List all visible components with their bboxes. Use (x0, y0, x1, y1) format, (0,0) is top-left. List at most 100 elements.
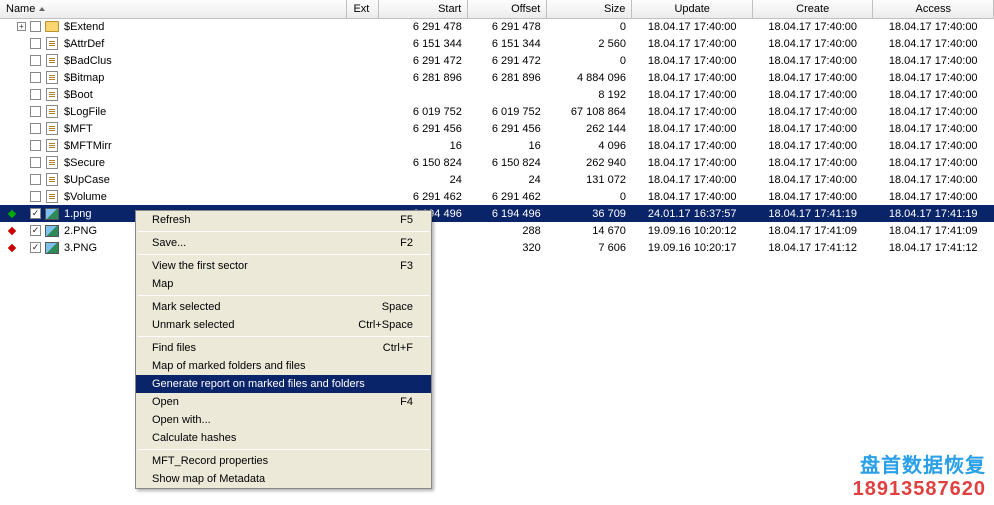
menu-item[interactable]: Generate report on marked files and fold… (136, 375, 431, 393)
menu-item-label: Generate report on marked files and fold… (152, 378, 365, 390)
menu-item[interactable]: Save...F2 (136, 234, 431, 252)
cell-offset: 16 (468, 137, 547, 154)
cell-size: 131 072 (547, 171, 632, 188)
context-menu[interactable]: RefreshF5 Save...F2 View the first sectorF… (135, 210, 432, 489)
menu-item[interactable]: Open F4 (136, 393, 431, 411)
cell-ext (347, 154, 379, 171)
cell-size: 4 884 096 (547, 69, 632, 86)
menu-item-shortcut: Ctrl+Space (358, 319, 413, 331)
row-checkbox[interactable] (30, 38, 41, 49)
cell-create: 18.04.17 17:40:00 (752, 18, 873, 35)
cell-create: 18.04.17 17:40:00 (752, 52, 873, 69)
cell-size: 262 940 (547, 154, 632, 171)
table-row[interactable]: $UpCase2424131 07218.04.17 17:40:0018.04… (0, 171, 994, 188)
menu-item[interactable]: View the first sectorF3 (136, 257, 431, 275)
menu-item[interactable]: Mark selectedSpace (136, 298, 431, 316)
row-checkbox[interactable] (30, 157, 41, 168)
menu-item[interactable]: Open with... (136, 411, 431, 429)
cell-create: 18.04.17 17:40:00 (752, 86, 873, 103)
file-name: $MFTMirr (64, 140, 112, 152)
menu-separator (138, 231, 429, 232)
table-row[interactable]: $MFTMirr16164 09618.04.17 17:40:0018.04.… (0, 137, 994, 154)
row-checkbox[interactable] (30, 242, 41, 253)
menu-item[interactable]: Find filesCtrl+F (136, 339, 431, 357)
file-icon (45, 156, 59, 170)
col-offset[interactable]: Offset (468, 0, 547, 18)
row-checkbox[interactable] (30, 55, 41, 66)
cell-start: 16 (379, 137, 468, 154)
row-checkbox[interactable] (30, 89, 41, 100)
table-row[interactable]: $Boot8 19218.04.17 17:40:0018.04.17 17:4… (0, 86, 994, 103)
cell-size: 14 670 (547, 222, 632, 239)
row-checkbox[interactable] (30, 72, 41, 83)
file-icon (45, 173, 59, 187)
row-checkbox[interactable] (30, 106, 41, 117)
col-name[interactable]: Name (0, 0, 347, 18)
col-update[interactable]: Update (632, 0, 753, 18)
cell-update: 18.04.17 17:40:00 (632, 35, 753, 52)
file-name: $MFT (64, 123, 93, 135)
file-name: $Extend (64, 21, 104, 33)
table-row[interactable]: $MFT6 291 4566 291 456262 14418.04.17 17… (0, 120, 994, 137)
table-row[interactable]: $Bitmap6 281 8966 281 8964 884 09618.04.… (0, 69, 994, 86)
file-name: 2.PNG (64, 225, 97, 237)
col-start[interactable]: Start (379, 0, 468, 18)
menu-item[interactable]: Unmark selectedCtrl+Space (136, 316, 431, 334)
cell-size: 36 709 (547, 205, 632, 222)
cell-access: 18.04.17 17:40:00 (873, 188, 994, 205)
table-row[interactable]: $Secure6 150 8246 150 824262 94018.04.17… (0, 154, 994, 171)
cell-ext (347, 69, 379, 86)
menu-item[interactable]: MFT_Record properties (136, 452, 431, 470)
col-ext[interactable]: Ext (347, 0, 379, 18)
menu-item[interactable]: Show map of Metadata (136, 470, 431, 488)
table-row[interactable]: $LogFile6 019 7526 019 75267 108 86418.0… (0, 103, 994, 120)
menu-item[interactable]: Map of marked folders and files (136, 357, 431, 375)
row-checkbox[interactable] (30, 174, 41, 185)
row-checkbox[interactable] (30, 140, 41, 151)
col-create[interactable]: Create (752, 0, 873, 18)
cell-offset: 6 151 344 (468, 35, 547, 52)
cell-create: 18.04.17 17:41:12 (752, 239, 873, 256)
cell-update: 18.04.17 17:40:00 (632, 52, 753, 69)
menu-item-label: Refresh (152, 214, 191, 226)
sort-asc-icon (39, 7, 45, 11)
cell-size: 67 108 864 (547, 103, 632, 120)
cell-create: 18.04.17 17:40:00 (752, 188, 873, 205)
col-size[interactable]: Size (547, 0, 632, 18)
col-access[interactable]: Access (873, 0, 994, 18)
menu-item[interactable]: Calculate hashes (136, 429, 431, 447)
row-checkbox[interactable] (30, 123, 41, 134)
menu-item-shortcut: F4 (400, 396, 413, 408)
cell-offset: 6 291 456 (468, 120, 547, 137)
menu-item-label: Open (152, 396, 179, 408)
menu-item[interactable]: RefreshF5 (136, 211, 431, 229)
table-row[interactable]: $Volume6 291 4626 291 462018.04.17 17:40… (0, 188, 994, 205)
row-checkbox[interactable] (30, 191, 41, 202)
cell-update: 18.04.17 17:40:00 (632, 103, 753, 120)
row-marker-icon (8, 241, 15, 255)
cell-update: 18.04.17 17:40:00 (632, 120, 753, 137)
menu-item-label: Open with... (152, 414, 211, 426)
cell-access: 18.04.17 17:41:09 (873, 222, 994, 239)
cell-size: 0 (547, 52, 632, 69)
cell-update: 18.04.17 17:40:00 (632, 69, 753, 86)
table-row[interactable]: $AttrDef6 151 3446 151 3442 56018.04.17 … (0, 35, 994, 52)
expand-icon[interactable]: + (17, 22, 26, 31)
cell-access: 18.04.17 17:40:00 (873, 103, 994, 120)
menu-item-label: Calculate hashes (152, 432, 236, 444)
table-row[interactable]: +$Extend6 291 4786 291 478018.04.17 17:4… (0, 18, 994, 35)
row-marker-icon (8, 37, 15, 51)
cell-start: 6 291 472 (379, 52, 468, 69)
cell-update: 18.04.17 17:40:00 (632, 154, 753, 171)
row-checkbox[interactable] (30, 225, 41, 236)
row-checkbox[interactable] (30, 208, 41, 219)
file-icon (45, 88, 59, 102)
image-icon (45, 207, 59, 221)
row-checkbox[interactable] (30, 21, 41, 32)
file-name: $AttrDef (64, 38, 104, 50)
cell-access: 18.04.17 17:40:00 (873, 120, 994, 137)
menu-item[interactable]: Map (136, 275, 431, 293)
menu-separator (138, 295, 429, 296)
table-row[interactable]: $BadClus6 291 4726 291 472018.04.17 17:4… (0, 52, 994, 69)
cell-create: 18.04.17 17:40:00 (752, 35, 873, 52)
